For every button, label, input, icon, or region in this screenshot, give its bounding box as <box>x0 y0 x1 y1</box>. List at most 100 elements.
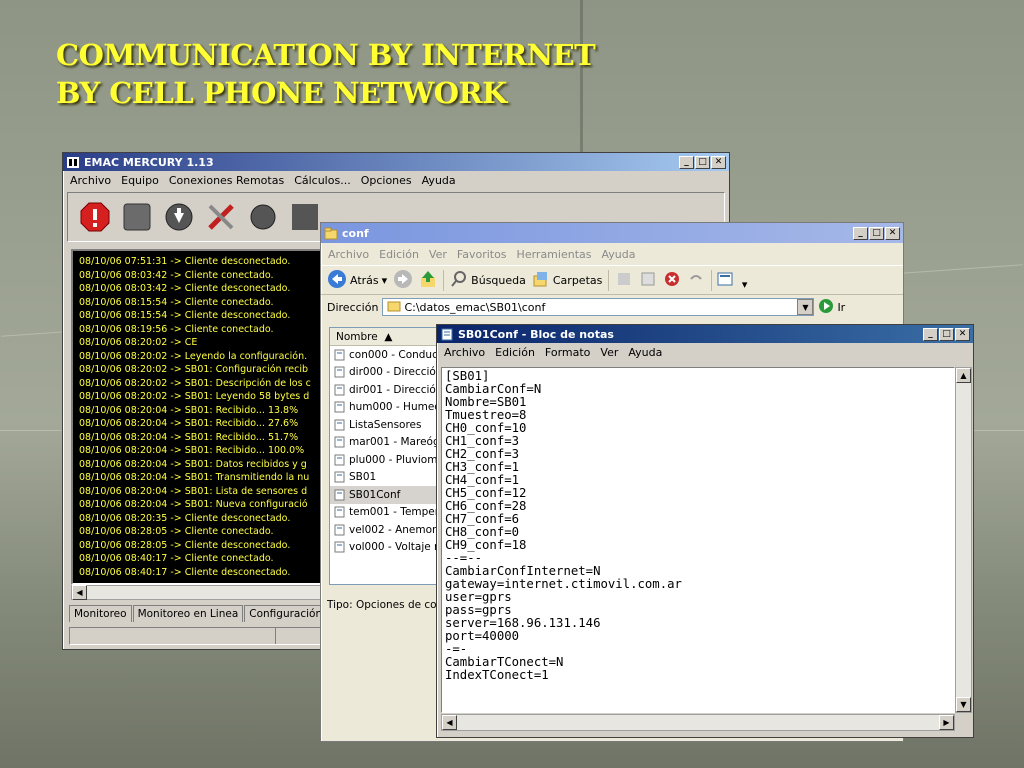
file-name: hum000 - Humed <box>349 401 440 414</box>
back-button[interactable]: Atrás ▾ <box>327 269 387 292</box>
views-icon[interactable]: ▾ <box>711 269 747 291</box>
address-input[interactable]: C:\datos_emac\SB01\conf ▼ <box>382 298 815 316</box>
menu-opciones[interactable]: Opciones <box>356 174 417 187</box>
go-button[interactable]: Ir <box>818 298 845 317</box>
scroll-right-icon[interactable]: ▶ <box>939 715 954 730</box>
up-folder-icon[interactable] <box>419 269 437 292</box>
menu-edicion[interactable]: Edición <box>490 346 540 359</box>
file-icon <box>334 506 345 518</box>
close-icon[interactable]: ✕ <box>711 155 726 169</box>
scroll-up-icon[interactable]: ▲ <box>956 368 971 383</box>
folders-button[interactable]: Carpetas <box>532 270 602 291</box>
notepad-icon <box>440 328 454 341</box>
log-line: 08/10/06 08:20:02 -> SB01: Configuración… <box>79 364 309 375</box>
menu-herramientas[interactable]: Herramientas <box>512 248 597 261</box>
menu-edicion[interactable]: Edición <box>374 248 424 261</box>
name-column-header[interactable]: Nombre ▲ <box>330 328 440 346</box>
tab-monitoreo-en-linea[interactable]: Monitoreo en Linea <box>132 605 244 622</box>
address-folder-icon <box>387 299 401 315</box>
file-item[interactable]: tem001 - Temper <box>330 504 440 522</box>
minimize-icon[interactable]: _ <box>679 155 694 169</box>
menu-favoritos[interactable]: Favoritos <box>452 248 512 261</box>
notepad-horizontal-scrollbar[interactable]: ◀ ▶ <box>441 714 955 731</box>
explorer-titlebar[interactable]: conf _ □ ✕ <box>321 223 903 243</box>
file-item[interactable]: ListaSensores <box>330 416 440 434</box>
search-icon <box>450 270 468 291</box>
search-label: Búsqueda <box>471 273 526 287</box>
download-icon[interactable] <box>162 200 196 234</box>
file-name: vol000 - Voltaje n <box>349 541 440 554</box>
log-line: 08/10/06 08:20:04 -> SB01: Datos recibid… <box>79 458 307 470</box>
log-horizontal-scrollbar[interactable]: ◀ <box>71 585 329 600</box>
file-item[interactable]: hum000 - Humed <box>330 399 440 417</box>
tools-icon[interactable] <box>204 200 238 234</box>
menu-ayuda[interactable]: Ayuda <box>623 346 667 359</box>
file-name: tem001 - Temper <box>349 506 440 519</box>
record-icon[interactable] <box>246 200 280 234</box>
file-item[interactable]: vol000 - Voltaje n <box>330 539 440 557</box>
file-item[interactable]: mar001 - Mareóg <box>330 434 440 452</box>
file-item[interactable]: SB01Conf <box>330 486 440 504</box>
emac-titlebar[interactable]: EMAC MERCURY 1.13 _ □ ✕ <box>63 153 729 171</box>
slide-title: COMMUNICATION BY INTERNET BY CELL PHONE … <box>56 36 596 112</box>
maximize-icon[interactable]: □ <box>939 327 954 341</box>
file-item[interactable]: dir001 - Dirección <box>330 381 440 399</box>
file-name: mar001 - Mareóg <box>349 436 440 449</box>
file-item[interactable]: dir000 - Dirección <box>330 364 440 382</box>
stop-icon[interactable] <box>78 200 112 234</box>
menu-archivo[interactable]: Archivo <box>65 174 116 187</box>
search-button[interactable]: Búsqueda <box>443 269 526 291</box>
notepad-titlebar[interactable]: SB01Conf - Bloc de notas _ □ ✕ <box>437 325 973 343</box>
notepad-menubar: Archivo Edición Formato Ver Ayuda <box>437 343 973 362</box>
menu-archivo[interactable]: Archivo <box>439 346 490 359</box>
menu-ayuda[interactable]: Ayuda <box>417 174 461 187</box>
file-item[interactable]: plu000 - Pluviome <box>330 451 440 469</box>
maximize-icon[interactable]: □ <box>695 155 710 169</box>
menu-ver[interactable]: Ver <box>424 248 452 261</box>
text-line: CH9_conf=18 <box>445 538 527 552</box>
square2-icon[interactable] <box>288 200 322 234</box>
copy-icon[interactable] <box>639 270 657 291</box>
event-log[interactable]: 08/10/06 07:51:31 -> Cliente desconectad… <box>71 249 329 585</box>
close-icon[interactable]: ✕ <box>885 226 900 240</box>
file-item[interactable]: con000 - Conduct <box>330 346 440 364</box>
folders-icon <box>532 270 550 291</box>
menu-ver[interactable]: Ver <box>595 346 623 359</box>
slide-title-line2: BY CELL PHONE NETWORK <box>56 76 507 110</box>
log-line: 08/10/06 08:20:02 -> CE <box>79 337 198 348</box>
file-name: vel002 - Anemom <box>349 523 440 536</box>
address-dropdown-icon[interactable]: ▼ <box>797 299 814 315</box>
move-icon[interactable] <box>608 269 633 291</box>
scroll-left-icon[interactable]: ◀ <box>72 585 87 600</box>
minimize-icon[interactable]: _ <box>923 327 938 341</box>
close-icon[interactable]: ✕ <box>955 327 970 341</box>
text-line: server=168.96.131.146 <box>445 616 601 630</box>
log-line: 08/10/06 08:40:17 -> Cliente desconectad… <box>79 566 291 578</box>
status-panel-1 <box>70 628 276 644</box>
notepad-text-area[interactable]: [SB01] CambiarConf=N Nombre=SB01 Tmuestreo=… <box>441 367 955 713</box>
file-name: con000 - Conduct <box>349 348 440 361</box>
minimize-icon[interactable]: _ <box>853 226 868 240</box>
maximize-icon[interactable]: □ <box>869 226 884 240</box>
forward-icon[interactable] <box>393 269 413 292</box>
delete-icon[interactable] <box>663 270 681 291</box>
menu-calculos[interactable]: Cálculos... <box>289 174 356 187</box>
menu-archivo[interactable]: Archivo <box>323 248 374 261</box>
file-item[interactable]: vel002 - Anemom <box>330 521 440 539</box>
tab-monitoreo[interactable]: Monitoreo <box>69 605 132 622</box>
scroll-left-icon[interactable]: ◀ <box>442 715 457 730</box>
scroll-down-icon[interactable]: ▼ <box>956 697 971 712</box>
undo-icon[interactable] <box>687 270 705 291</box>
menu-formato[interactable]: Formato <box>540 346 596 359</box>
text-line: user=gprs <box>445 590 512 604</box>
menu-conexiones-remotas[interactable]: Conexiones Remotas <box>164 174 289 187</box>
file-icon <box>334 489 345 501</box>
file-item[interactable]: SB01 <box>330 469 440 487</box>
square-icon[interactable] <box>120 200 154 234</box>
notepad-vertical-scrollbar[interactable]: ▲ ▼ <box>955 367 972 713</box>
menu-ayuda[interactable]: Ayuda <box>596 248 640 261</box>
menu-equipo[interactable]: Equipo <box>116 174 164 187</box>
text-line: CH3_conf=1 <box>445 460 520 474</box>
log-line: 08/10/06 08:03:42 -> Cliente conectado. <box>79 269 274 281</box>
explorer-menubar: Archivo Edición Ver Favoritos Herramient… <box>321 243 903 265</box>
